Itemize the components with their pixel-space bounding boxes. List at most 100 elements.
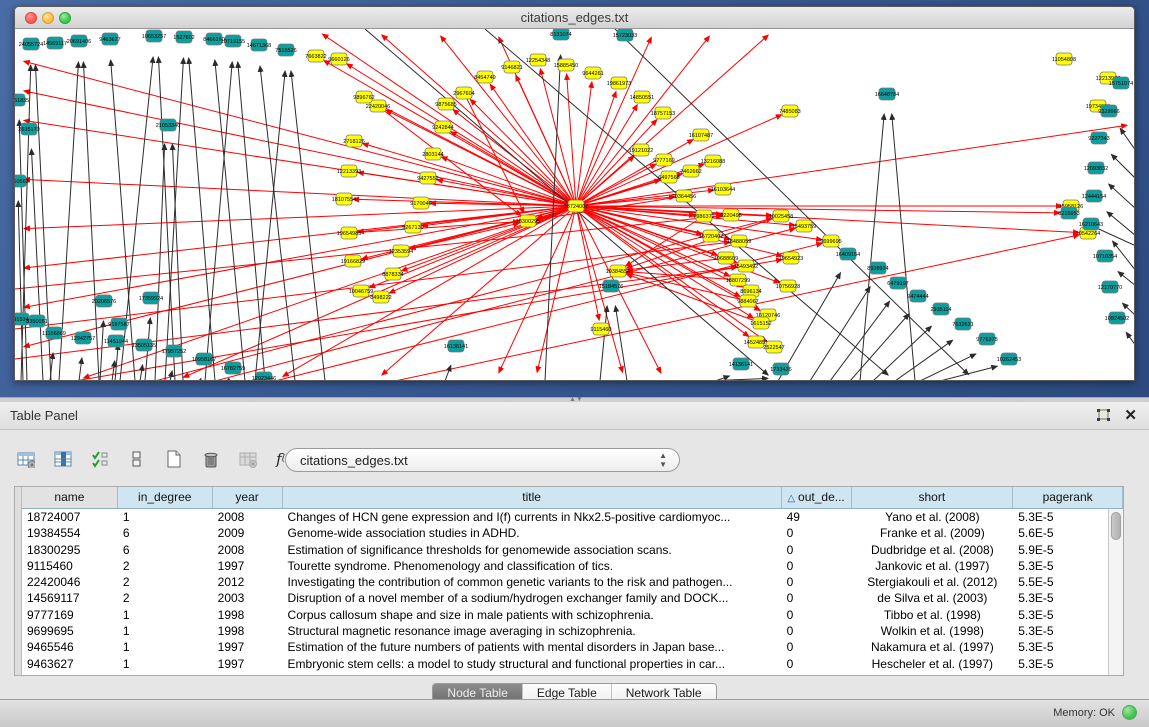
graph-node[interactable]: 9896762: [353, 91, 374, 103]
graph-node[interactable]: 7462662: [680, 165, 701, 177]
column-header-pagerank[interactable]: pagerank: [1013, 487, 1123, 508]
graph-node[interactable]: 9267130: [402, 221, 423, 233]
graph-node[interactable]: 18757153: [651, 107, 675, 119]
column-header-out_de[interactable]: △out_de...: [782, 487, 852, 508]
delete-trash-icon[interactable]: [199, 447, 223, 471]
graph-node[interactable]: 24055724: [19, 38, 43, 50]
graph-node[interactable]: 9660126: [328, 53, 349, 65]
graph-node[interactable]: 9884067: [737, 295, 758, 307]
column-select-icon[interactable]: [51, 447, 75, 471]
column-header-year[interactable]: year: [213, 487, 283, 508]
graph-node[interactable]: 7515526: [275, 44, 296, 56]
graph-node[interactable]: 9115460: [590, 323, 611, 335]
row-checks-icon[interactable]: [88, 447, 112, 471]
table-select-combobox[interactable]: citations_edges.txt ▲▼: [285, 448, 680, 472]
graph-node[interactable]: 1527602: [173, 31, 194, 43]
graph-node[interactable]: 2967604: [453, 87, 474, 99]
graph-node[interactable]: 9699695: [820, 235, 841, 247]
close-panel-icon[interactable]: ✕: [1124, 406, 1137, 424]
column-header-in_degree[interactable]: in_degree: [118, 487, 213, 508]
graph-node[interactable]: 8878334: [382, 268, 403, 280]
graph-node[interactable]: 7663822: [305, 50, 326, 62]
graph-node[interactable]: 9463627: [99, 33, 120, 45]
graph-node[interactable]: 17957252: [162, 345, 186, 357]
table-row[interactable]: 946554611997Estimation of the future num…: [22, 639, 1123, 655]
graph-node[interactable]: 9329966: [1098, 105, 1119, 117]
graph-node[interactable]: 9644261: [582, 67, 603, 79]
network-window-titlebar[interactable]: citations_edges.txt: [15, 7, 1134, 29]
scrollbar-thumb[interactable]: [1111, 512, 1121, 540]
memory-ok-icon[interactable]: [1122, 705, 1137, 720]
graph-node[interactable]: 9170046: [410, 197, 431, 209]
graph-node[interactable]: 12093832: [1084, 162, 1108, 174]
graph-node[interactable]: 2718126: [343, 135, 364, 147]
graph-node[interactable]: 10710354: [1093, 250, 1117, 262]
graph-node[interactable]: 9197587: [108, 318, 129, 330]
graph-node[interactable]: 14671368: [247, 39, 271, 51]
network-window[interactable]: citations_edges.txt 18724007183002951938…: [14, 6, 1135, 381]
graph-node[interactable]: 8131074: [550, 29, 571, 40]
graph-node[interactable]: 8350051: [26, 315, 47, 327]
graph-node[interactable]: 2522547: [763, 341, 784, 353]
graph-node[interactable]: 1733426: [770, 363, 791, 375]
graph-node[interactable]: 7485083: [779, 105, 800, 117]
graph-node[interactable]: 9474444: [907, 290, 928, 302]
graph-node[interactable]: 12444154: [1082, 190, 1106, 202]
vertical-scrollbar[interactable]: [1108, 509, 1123, 675]
table-row[interactable]: 1830029562008Estimation of significance …: [22, 542, 1123, 558]
graph-node[interactable]: 14569117: [43, 37, 67, 49]
graph-node[interactable]: 9777169: [653, 154, 674, 166]
table-row[interactable]: 977716911998Corpus callosum shape and si…: [22, 607, 1123, 623]
table-settings-icon[interactable]: [14, 447, 38, 471]
graph-node[interactable]: 13216088: [701, 155, 725, 167]
graph-node[interactable]: 20691406: [67, 35, 91, 47]
graph-node[interactable]: 15885450: [554, 59, 578, 71]
table-row[interactable]: 1872400712008Changes of HCN gene express…: [22, 509, 1123, 525]
graph-node[interactable]: 8454749: [474, 71, 495, 83]
graph-node[interactable]: 2803144: [422, 148, 443, 160]
column-header-name[interactable]: name: [22, 487, 118, 508]
new-document-icon[interactable]: [162, 447, 186, 471]
graph-node[interactable]: 16782759: [221, 362, 245, 374]
graph-node[interactable]: 2635170: [18, 123, 39, 135]
graph-node[interactable]: 16648784: [875, 88, 899, 100]
table-row[interactable]: 969969511998Structural magnetic resonanc…: [22, 623, 1123, 639]
table-row[interactable]: 1456911722003Disruption of a novel membe…: [22, 590, 1123, 606]
graph-node[interactable]: 12213393: [337, 165, 361, 177]
graph-node[interactable]: 6497568: [658, 171, 679, 183]
graph-node[interactable]: 11054808: [1052, 53, 1076, 65]
graph-node[interactable]: 1615152: [750, 317, 771, 329]
graph-node[interactable]: 9875685: [435, 98, 456, 110]
graph-node[interactable]: 8215953: [1058, 207, 1079, 219]
network-canvas[interactable]: 1872400718300295193845542242004698967622…: [15, 29, 1135, 381]
table-row[interactable]: 1938455462009Genome-wide association stu…: [22, 525, 1123, 541]
table-row[interactable]: 911546021997Tourette syndrome. Phenomeno…: [22, 558, 1123, 574]
graph-node[interactable]: 17359924: [139, 292, 163, 304]
graph-node[interactable]: 19654923: [779, 252, 803, 264]
graph-node[interactable]: 16107487: [689, 129, 713, 141]
graph-node[interactable]: 10262453: [997, 353, 1021, 365]
graph-node[interactable]: 2935114: [930, 303, 951, 315]
graph-node[interactable]: 19654985: [337, 227, 361, 239]
graph-node[interactable]: 13505135: [132, 339, 156, 351]
graph-node[interactable]: 21053346: [156, 119, 180, 131]
rows-toggle-icon[interactable]: [125, 447, 149, 471]
graph-node[interactable]: 10924502: [1105, 312, 1129, 324]
graph-node[interactable]: 16136141: [444, 340, 468, 352]
float-panel-icon[interactable]: [1095, 408, 1111, 424]
graph-node[interactable]: 9242844: [432, 121, 453, 133]
graph-node[interactable]: 8938924: [867, 262, 888, 274]
graph-node[interactable]: 9220498: [720, 209, 741, 221]
graph-node[interactable]: 19861973: [607, 77, 631, 89]
graph-node[interactable]: 19384554: [606, 265, 630, 277]
graph-node[interactable]: 9146821: [501, 61, 522, 73]
graph-node[interactable]: 12170770: [1098, 281, 1122, 293]
graph-node[interactable]: 10653257: [142, 30, 166, 42]
graph-node[interactable]: 6479197: [887, 277, 908, 289]
table-row[interactable]: 946362711997Embryonic stem cells: a mode…: [22, 656, 1123, 672]
graph-node[interactable]: 20051835: [15, 94, 29, 106]
graph-node[interactable]: 14850551: [630, 91, 654, 103]
graph-node[interactable]: 12254348: [526, 54, 550, 66]
column-header-title[interactable]: title: [283, 487, 782, 508]
graph-node[interactable]: 16409154: [836, 248, 860, 260]
